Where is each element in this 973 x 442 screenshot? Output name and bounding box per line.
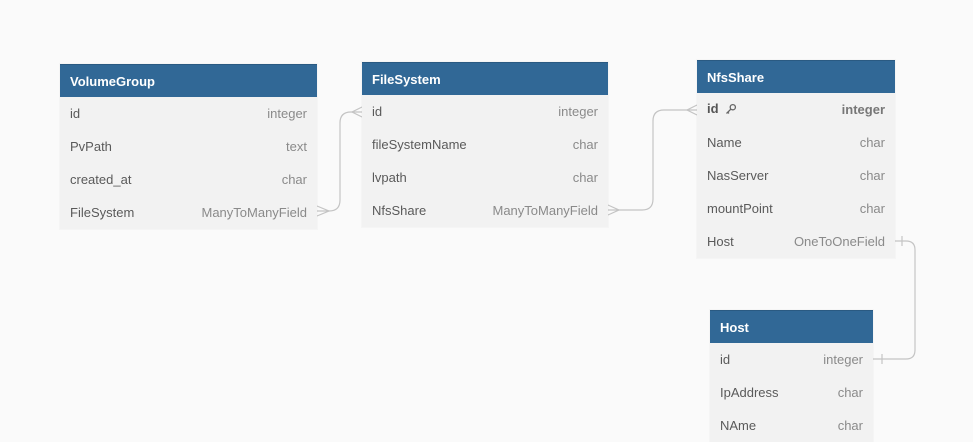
field-row[interactable]: NAme char bbox=[710, 409, 873, 442]
table-nfsshare[interactable]: NfsShare id integer Name char NasServer … bbox=[697, 60, 895, 258]
diagram-canvas: VolumeGroup id integer PvPath text creat… bbox=[0, 0, 973, 442]
field-row[interactable]: Host OneToOneField bbox=[697, 225, 895, 258]
field-name: mountPoint bbox=[707, 201, 773, 216]
field-type: OneToOneField bbox=[793, 234, 885, 249]
field-name: id bbox=[720, 352, 731, 367]
field-name: IpAddress bbox=[720, 385, 779, 400]
field-row[interactable]: NfsShare ManyToManyField bbox=[362, 194, 608, 227]
field-row[interactable]: FileSystem ManyToManyField bbox=[60, 196, 317, 229]
field-type: integer bbox=[841, 102, 885, 117]
field-name: Host bbox=[707, 234, 734, 249]
field-type: char bbox=[859, 201, 885, 216]
table-title: VolumeGroup bbox=[60, 64, 317, 97]
field-row[interactable]: fileSystemName char bbox=[362, 128, 608, 161]
connector-filesystem-nfsshare bbox=[607, 104, 698, 216]
table-host[interactable]: Host id integer IpAddress char NAme char bbox=[710, 310, 873, 442]
field-type: char bbox=[572, 170, 598, 185]
field-row-primary-key[interactable]: id integer bbox=[697, 93, 895, 126]
field-row[interactable]: NasServer char bbox=[697, 159, 895, 192]
table-title: FileSystem bbox=[362, 62, 608, 95]
field-type: text bbox=[286, 139, 307, 154]
field-row[interactable]: id integer bbox=[60, 97, 317, 130]
field-type: integer bbox=[558, 104, 598, 119]
field-name: id bbox=[372, 104, 383, 119]
field-type: char bbox=[837, 418, 863, 433]
field-row[interactable]: IpAddress char bbox=[710, 376, 873, 409]
field-name: id bbox=[707, 101, 719, 117]
table-title: Host bbox=[710, 310, 873, 343]
connector-volumegroup-filesystem bbox=[316, 106, 363, 217]
field-name: PvPath bbox=[70, 139, 112, 154]
field-row[interactable]: PvPath text bbox=[60, 130, 317, 163]
field-row[interactable]: id integer bbox=[362, 95, 608, 128]
table-filesystem[interactable]: FileSystem id integer fileSystemName cha… bbox=[362, 62, 608, 227]
field-row[interactable]: Name char bbox=[697, 126, 895, 159]
field-name: NfsShare bbox=[372, 203, 427, 218]
field-type: char bbox=[572, 137, 598, 152]
field-name: lvpath bbox=[372, 170, 407, 185]
field-name: NasServer bbox=[707, 168, 769, 183]
key-icon bbox=[725, 103, 737, 118]
field-row[interactable]: id integer bbox=[710, 343, 873, 376]
field-type: ManyToManyField bbox=[201, 205, 308, 220]
field-type: char bbox=[859, 135, 885, 150]
table-volumegroup[interactable]: VolumeGroup id integer PvPath text creat… bbox=[60, 64, 317, 229]
field-name: FileSystem bbox=[70, 205, 135, 220]
field-name: fileSystemName bbox=[372, 137, 467, 152]
field-name: created_at bbox=[70, 172, 132, 187]
field-name: Name bbox=[707, 135, 742, 150]
field-type: char bbox=[281, 172, 307, 187]
field-type: char bbox=[859, 168, 885, 183]
field-type: integer bbox=[267, 106, 307, 121]
table-title: NfsShare bbox=[697, 60, 895, 93]
field-type: char bbox=[837, 385, 863, 400]
field-type: ManyToManyField bbox=[492, 203, 599, 218]
field-name: NAme bbox=[720, 418, 757, 433]
field-row[interactable]: mountPoint char bbox=[697, 192, 895, 225]
field-type: integer bbox=[823, 352, 863, 367]
field-row[interactable]: lvpath char bbox=[362, 161, 608, 194]
field-row[interactable]: created_at char bbox=[60, 163, 317, 196]
field-name: id bbox=[70, 106, 81, 121]
